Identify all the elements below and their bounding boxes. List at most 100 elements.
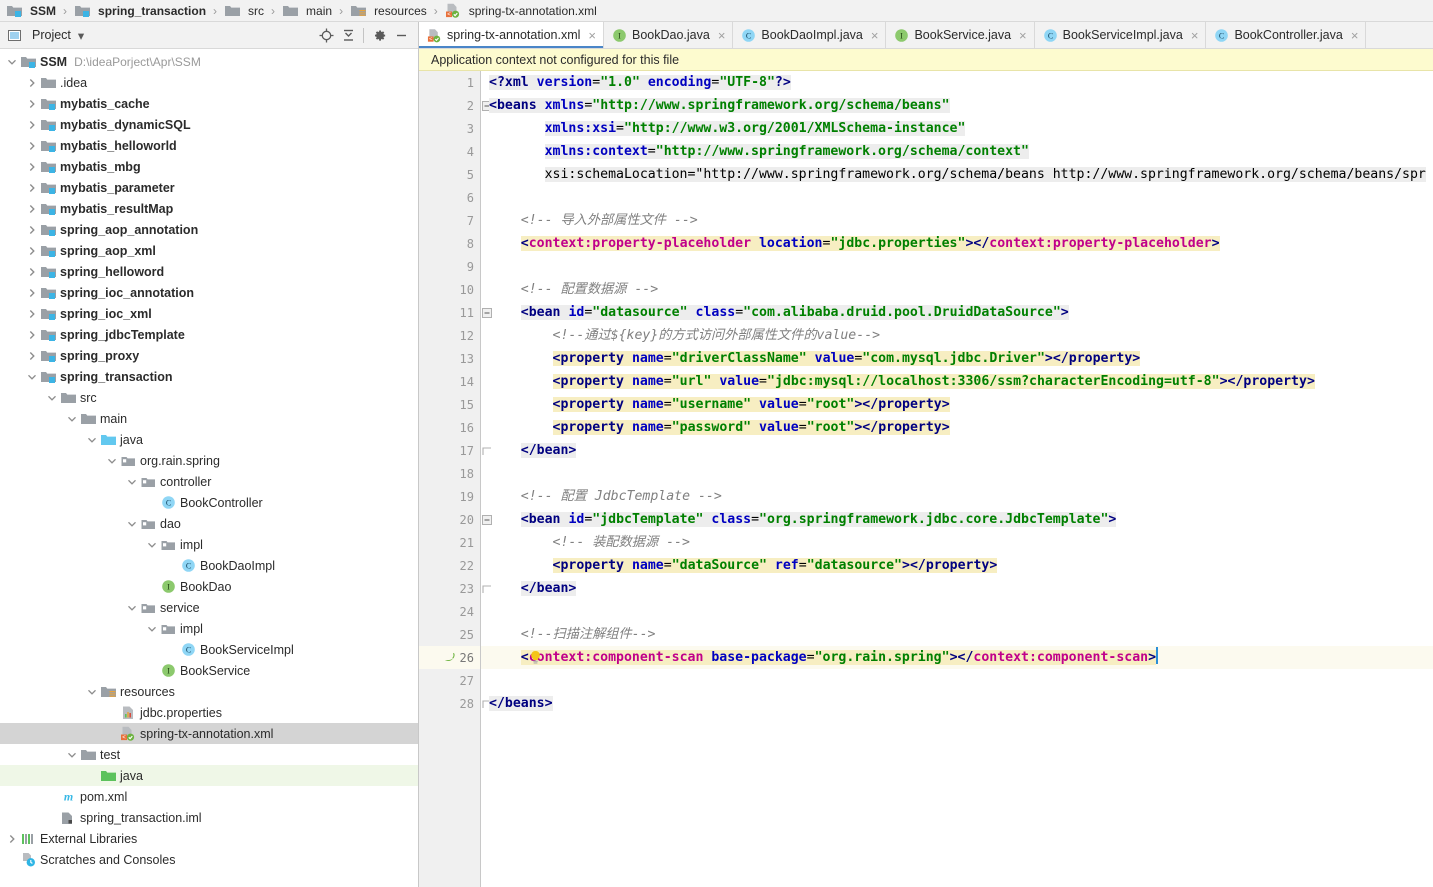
gutter-line-7[interactable]: 7 [419, 209, 480, 232]
code-line-15[interactable]: <property name="username" value="root"><… [481, 393, 1433, 416]
code-line-6[interactable] [481, 186, 1433, 209]
code-line-12[interactable]: <!--通过${key}的方式访问外部属性文件的value--> [481, 324, 1433, 347]
code-line-7[interactable]: <!-- 导入外部属性文件 --> [481, 209, 1433, 232]
code-line-8[interactable]: <context:property-placeholder location="… [481, 232, 1433, 255]
gutter-line-13[interactable]: 13 [419, 347, 480, 370]
close-icon[interactable]: × [588, 28, 596, 43]
tree-node--idea[interactable]: .idea [0, 72, 418, 93]
gutter-line-28[interactable]: 28 [419, 692, 491, 715]
tree-node-spring-helloword[interactable]: spring_helloword [0, 261, 418, 282]
project-tree[interactable]: SSM D:\ideaPorject\Apr\SSM .idea mybatis_ca… [0, 49, 418, 887]
chevron-right-icon[interactable] [26, 98, 38, 110]
gutter-line-2[interactable]: 2 [419, 94, 492, 117]
tree-node-resources[interactable]: resources [0, 681, 418, 702]
intention-bulb-icon[interactable] [529, 650, 543, 665]
project-scope-caret-icon[interactable]: ▾ [78, 28, 84, 43]
code-line-11[interactable]: <bean id="datasource" class="com.alibaba… [481, 301, 1433, 324]
editor-tab-bookdao-java[interactable]: I BookDao.java × [604, 22, 734, 48]
chevron-right-icon[interactable] [26, 245, 38, 257]
code-line-10[interactable]: <!-- 配置数据源 --> [481, 278, 1433, 301]
tree-node-bookdaoimpl[interactable]: C BookDaoImpl [0, 555, 418, 576]
breadcrumb-item-main[interactable]: main [280, 3, 334, 19]
gutter-line-10[interactable]: 10 [419, 278, 480, 301]
tree-node-mybatis-helloworld[interactable]: mybatis_helloworld [0, 135, 418, 156]
chevron-right-icon[interactable] [6, 833, 18, 845]
tree-node-spring-ioc-xml[interactable]: spring_ioc_xml [0, 303, 418, 324]
code-line-28[interactable]: </beans> [481, 692, 1433, 715]
chevron-right-icon[interactable] [26, 224, 38, 236]
gutter-line-26[interactable]: 26 [419, 646, 480, 669]
tree-node-bookserviceimpl[interactable]: C BookServiceImpl [0, 639, 418, 660]
tree-node-test[interactable]: test [0, 744, 418, 765]
code-line-14[interactable]: <property name="url" value="jdbc:mysql:/… [481, 370, 1433, 393]
code-text-area[interactable]: <?xml version="1.0" encoding="UTF-8"?> <b… [481, 71, 1433, 887]
tree-node-java[interactable]: java [0, 429, 418, 450]
locate-icon[interactable] [315, 24, 337, 46]
gutter-line-25[interactable]: 25 [419, 623, 480, 646]
gear-icon[interactable] [368, 24, 390, 46]
breadcrumb-item-src[interactable]: src [222, 3, 266, 19]
chevron-down-icon[interactable] [46, 392, 58, 404]
tree-node-mybatis-resultmap[interactable]: mybatis_resultMap [0, 198, 418, 219]
gutter-line-9[interactable]: 9 [419, 255, 480, 278]
code-line-22[interactable]: <property name="dataSource" ref="datasou… [481, 554, 1433, 577]
close-icon[interactable]: × [1191, 28, 1199, 43]
close-icon[interactable]: × [718, 28, 726, 43]
tree-node-impl[interactable]: impl [0, 534, 418, 555]
gutter-line-16[interactable]: 16 [419, 416, 480, 439]
code-line-17[interactable]: </bean> [481, 439, 1433, 462]
gutter-line-1[interactable]: 1 [419, 71, 480, 94]
gutter-line-11[interactable]: 11 [419, 301, 492, 324]
editor-tab-spring-tx-annotation-xml[interactable]: < spring-tx-annotation.xml × [419, 22, 604, 48]
gutter-line-5[interactable]: 5 [419, 163, 480, 186]
tree-node-mybatis-mbg[interactable]: mybatis_mbg [0, 156, 418, 177]
breadcrumb-item-spring-transaction[interactable]: spring_transaction [72, 3, 208, 19]
code-editor[interactable]: 1 2 3 4 5 6 7 8 9 10 11 12 13 14 15 16 17 18 19 20 21 22 23 24 2… [419, 71, 1433, 887]
gutter-line-15[interactable]: 15 [419, 393, 480, 416]
tree-node-spring-aop-xml[interactable]: spring_aop_xml [0, 240, 418, 261]
chevron-down-icon[interactable] [86, 434, 98, 446]
gutter-line-27[interactable]: 27 [419, 669, 480, 692]
tree-node-main[interactable]: main [0, 408, 418, 429]
editor-tab-bookserviceimpl-java[interactable]: C BookServiceImpl.java × [1034, 22, 1207, 48]
gutter-line-17[interactable]: 17 [419, 439, 491, 462]
code-line-16[interactable]: <property name="password" value="root"><… [481, 416, 1433, 439]
gutter-line-6[interactable]: 6 [419, 186, 480, 209]
tree-node-spring-ioc-annotation[interactable]: spring_ioc_annotation [0, 282, 418, 303]
chevron-right-icon[interactable] [26, 308, 38, 320]
close-icon[interactable]: × [871, 28, 879, 43]
chevron-right-icon[interactable] [26, 161, 38, 173]
tree-node-java[interactable]: java [0, 765, 418, 786]
chevron-right-icon[interactable] [26, 287, 38, 299]
editor-tab-bar[interactable]: < spring-tx-annotation.xml × I BookDao.java ×… [419, 22, 1433, 49]
code-line-23[interactable]: </bean> [481, 577, 1433, 600]
tree-node-dao[interactable]: dao [0, 513, 418, 534]
chevron-down-icon[interactable] [146, 623, 158, 635]
tree-node-jdbc-properties[interactable]: jdbc.properties [0, 702, 418, 723]
tree-node-spring-proxy[interactable]: spring_proxy [0, 345, 418, 366]
tree-node-spring-aop-annotation[interactable]: spring_aop_annotation [0, 219, 418, 240]
breadcrumb-item-ssm[interactable]: SSM [4, 3, 58, 19]
code-line-9[interactable] [481, 255, 1433, 278]
gutter-line-12[interactable]: 12 [419, 324, 480, 347]
tree-node-mybatis-dynamicsql[interactable]: mybatis_dynamicSQL [0, 114, 418, 135]
tree-node-bookdao[interactable]: I BookDao [0, 576, 418, 597]
breadcrumb-item-resources[interactable]: resources [348, 3, 429, 19]
chevron-down-icon[interactable] [126, 602, 138, 614]
tree-node-external-libraries[interactable]: External Libraries [0, 828, 418, 849]
chevron-down-icon[interactable] [86, 686, 98, 698]
code-line-18[interactable] [481, 462, 1433, 485]
collapse-all-icon[interactable] [337, 24, 359, 46]
gutter-line-4[interactable]: 4 [419, 140, 480, 163]
chevron-right-icon[interactable] [26, 140, 38, 152]
chevron-down-icon[interactable] [66, 749, 78, 761]
spring-bean-gutter-icon[interactable] [443, 651, 456, 664]
code-line-27[interactable] [481, 669, 1433, 692]
chevron-right-icon[interactable] [26, 77, 38, 89]
chevron-down-icon[interactable] [26, 371, 38, 383]
editor-tab-bookdaoimpl-java[interactable]: C BookDaoImpl.java × [733, 22, 887, 48]
chevron-down-icon[interactable] [126, 476, 138, 488]
code-line-26[interactable]: <context:component-scan base-package="or… [481, 646, 1433, 669]
tree-node-service[interactable]: service [0, 597, 418, 618]
chevron-right-icon[interactable] [26, 203, 38, 215]
